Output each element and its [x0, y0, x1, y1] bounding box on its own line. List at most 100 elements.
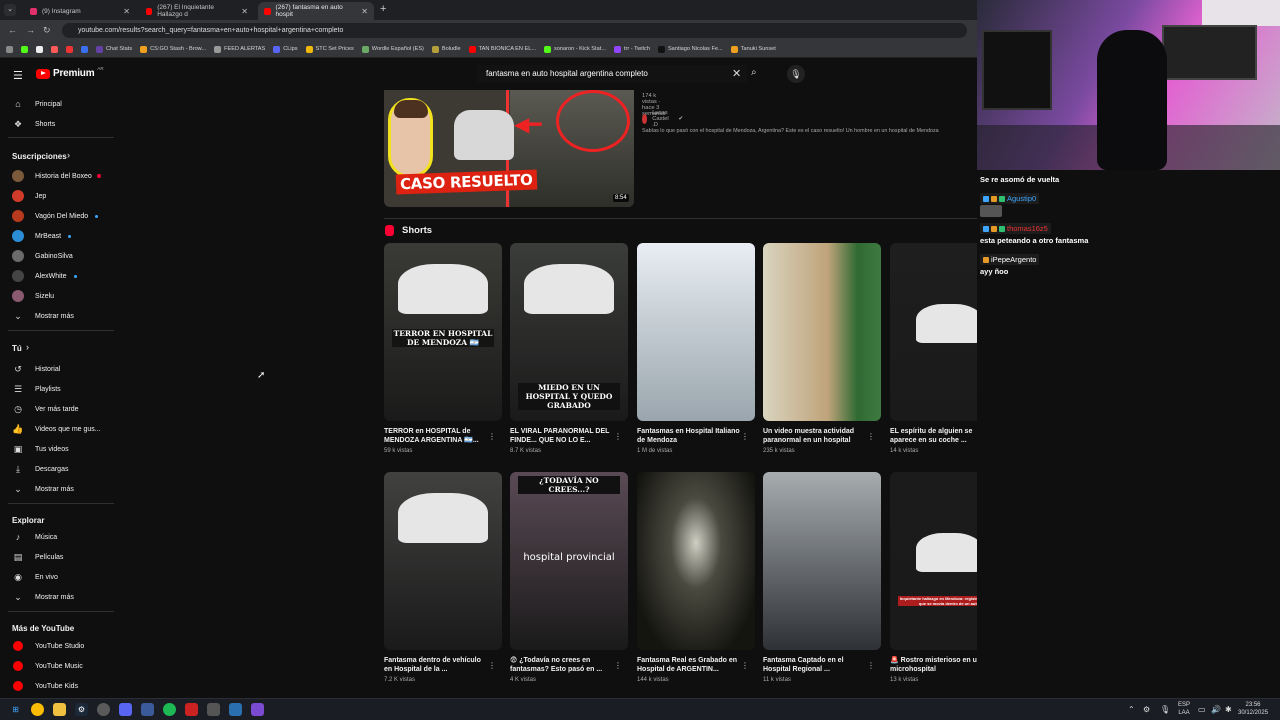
short-card[interactable]: MIEDO EN UN HOSPITAL Y QUEDO GRABADO EL V… [510, 243, 628, 454]
sidebar-item-clock[interactable]: ◷ Ver más tarde [12, 402, 112, 416]
video-thumbnail[interactable]: ◀━ CASO RESUELTO 8:54 [384, 90, 634, 207]
close-tab-icon[interactable]: ✕ [241, 7, 248, 16]
channel-link[interactable]: Lucas Castel .D ✔ [642, 110, 683, 128]
more-options-icon[interactable]: ⋮ [614, 661, 622, 670]
chevron-up-icon[interactable]: ⌃ [1128, 705, 1135, 714]
short-card[interactable]: Un video muestra actividad paranormal en… [763, 243, 881, 454]
bookmark-item[interactable]: Wordle Español (ES) [361, 45, 424, 53]
short-title[interactable]: Fantasma Real es Grabado en Hospital de … [637, 656, 741, 674]
discord-icon[interactable] [119, 703, 132, 716]
mic-tray-icon[interactable]: 🎙 [1160, 705, 1170, 714]
sidebar-subscription[interactable]: Sizelu [12, 289, 112, 303]
sidebar-item-youtube-app[interactable]: YouTube Music [12, 659, 112, 673]
bookmark-item[interactable]: Tanuki Sunset [730, 45, 776, 53]
more-options-icon[interactable]: ⋮ [867, 661, 875, 670]
bookmark-icon[interactable] [51, 45, 58, 53]
sidebar-item-playlists[interactable]: ☰ Playlists [12, 382, 112, 396]
bookmark-item[interactable]: CS:GO Stash - Brow... [140, 45, 206, 53]
subscriptions-heading[interactable]: Suscripciones [12, 152, 67, 161]
bookmark-item[interactable]: CLips [273, 45, 298, 53]
bookmark-icon[interactable] [6, 45, 13, 53]
sidebar-subscription[interactable]: MrBeast [12, 229, 112, 243]
spotify-icon[interactable] [163, 703, 176, 716]
bookmark-item[interactable]: sonaron - Kick Stat... [544, 45, 606, 53]
short-thumbnail[interactable]: TERROR EN HOSPITAL DE MENDOZA 🇦🇷 [384, 243, 502, 421]
language-indicator[interactable]: ESP LAA [1176, 702, 1192, 717]
clock[interactable]: 23:56 30/12/2025 [1238, 702, 1268, 717]
sidebar-subscription[interactable]: AlexWhite [12, 269, 112, 283]
short-title[interactable]: EL VIRAL PARANORMAL DEL FINDE... QUE NO … [510, 427, 614, 445]
search-input[interactable]: fantasma en auto hospital argentina comp… [477, 65, 747, 83]
more-youtube-heading[interactable]: Más de YouTube [12, 624, 74, 633]
bookmark-icon[interactable] [21, 45, 28, 53]
more-options-icon[interactable]: ⋮ [488, 432, 496, 441]
steam-tray-icon[interactable]: ⚙ [1143, 705, 1150, 714]
clear-search-icon[interactable]: ✕ [732, 67, 741, 80]
short-thumbnail[interactable] [637, 243, 755, 421]
bookmark-item[interactable]: Chat Stats [96, 45, 132, 53]
sidebar-item-youtube-app[interactable]: YouTube Kids [12, 679, 112, 693]
short-title[interactable]: Fantasma Captado en el Hospital Regional… [763, 656, 867, 674]
short-thumbnail[interactable] [637, 472, 755, 650]
obs-icon[interactable] [97, 703, 110, 716]
sidebar-item-home[interactable]: ⌂ Principal [12, 97, 112, 111]
sidebar-item-music[interactable]: ♪ Música [12, 530, 112, 544]
short-card[interactable]: Fantasmas en Hospital Italiano de Mendoz… [637, 243, 755, 454]
sidebar-item-shorts[interactable]: ❖ Shorts [12, 117, 112, 131]
bookmark-item[interactable]: trr - Twitch [613, 45, 650, 53]
show-more-you[interactable]: ⌄ Mostrar más [12, 482, 112, 496]
sidebar-item-youtube-app[interactable]: YouTube Studio [12, 639, 112, 653]
more-options-icon[interactable]: ⋮ [741, 432, 749, 441]
back-icon[interactable]: ← [8, 25, 17, 35]
new-tab-button[interactable]: + [380, 3, 386, 15]
short-thumbnail[interactable]: ¿TODAVÍA NO CREES...? hospital provincial [510, 472, 628, 650]
app-icon[interactable] [207, 703, 220, 716]
short-title[interactable]: 😨 ¿Todavía no crees en fantasmas? Esto p… [510, 656, 614, 674]
bookmark-item[interactable]: Boludle [431, 45, 461, 53]
close-tab-icon[interactable]: ✕ [123, 7, 130, 16]
forward-icon[interactable]: → [26, 25, 35, 35]
short-card[interactable]: TERROR EN HOSPITAL DE MENDOZA 🇦🇷 TERROR e… [384, 243, 502, 454]
microphone-icon[interactable]: 🎙 [787, 65, 805, 83]
more-options-icon[interactable]: ⋮ [488, 661, 496, 670]
sidebar-item-history[interactable]: ↺ Historial [12, 362, 112, 376]
sidebar-item-your-videos[interactable]: ▣ Tus videos [12, 442, 112, 456]
bookmark-item[interactable]: STC Set Prices [305, 45, 354, 53]
network-icon[interactable]: ▭ [1198, 705, 1206, 714]
more-options-icon[interactable]: ⋮ [867, 432, 875, 441]
you-heading[interactable]: Tú [12, 344, 22, 353]
short-thumbnail[interactable] [763, 472, 881, 650]
url-input[interactable]: youtube.com/results?search_query=fantasm… [62, 23, 967, 38]
show-more-explore[interactable]: ⌄ Mostrar más [12, 590, 112, 604]
short-title[interactable]: Fantasmas en Hospital Italiano de Mendoz… [637, 427, 741, 445]
tab-search-button[interactable]: ⌄ [4, 4, 16, 16]
short-card[interactable]: Fantasma dentro de vehículo en Hospital … [384, 472, 502, 683]
show-more-subscriptions[interactable]: ⌄ Mostrar más [12, 309, 112, 323]
volume-icon[interactable]: 🔊 [1211, 705, 1221, 714]
app-icon[interactable] [185, 703, 198, 716]
reload-icon[interactable]: ↻ [43, 25, 51, 36]
windows-start-icon[interactable]: ⊞ [9, 703, 22, 716]
file-explorer-icon[interactable] [53, 703, 66, 716]
short-title[interactable]: Un video muestra actividad paranormal en… [763, 427, 867, 445]
short-title[interactable]: Fantasma dentro de vehículo en Hospital … [384, 656, 488, 674]
bookmark-item[interactable]: TAN BIONICA EN EL... [468, 45, 536, 53]
app-icon[interactable] [141, 703, 154, 716]
sidebar-subscription[interactable]: Historia del Boxeo [12, 169, 112, 183]
bluetooth-icon[interactable]: ✱ [1225, 705, 1232, 714]
sidebar-item-live[interactable]: ◉ En vivo [12, 570, 112, 584]
short-card[interactable]: ¿TODAVÍA NO CREES...? hospital provincial… [510, 472, 628, 683]
tab-search-results[interactable]: (267) fantasma en auto hospit ✕ [258, 2, 374, 20]
sidebar-item-like[interactable]: 👍 Videos que me gus... [12, 422, 112, 436]
bookmark-icon[interactable] [36, 45, 43, 53]
sidebar-subscription[interactable]: GabinoSilva [12, 249, 112, 263]
youtube-logo[interactable]: Premium AR [36, 66, 104, 79]
tab-instagram[interactable]: (9) Instagram ✕ [24, 2, 136, 20]
more-options-icon[interactable]: ⋮ [741, 661, 749, 670]
explore-heading[interactable]: Explorar [12, 516, 44, 525]
steam-icon[interactable]: ⚙ [75, 703, 88, 716]
sidebar-subscription[interactable]: Jep [12, 189, 112, 203]
close-tab-icon[interactable]: ✕ [361, 7, 368, 16]
sidebar-item-movies[interactable]: ▤ Películas [12, 550, 112, 564]
app-icon[interactable] [251, 703, 264, 716]
